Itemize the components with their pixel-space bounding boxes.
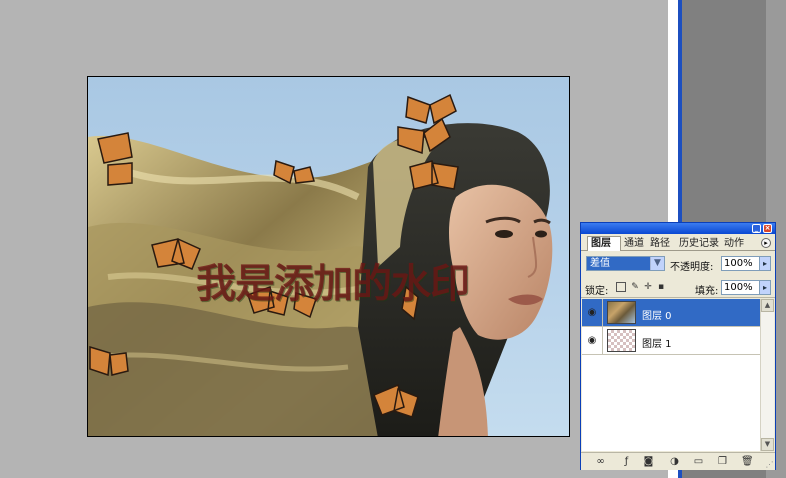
fx-style-icon[interactable]: ƒ (621, 456, 632, 467)
opacity-input[interactable]: 100% (721, 256, 761, 271)
eye-icon[interactable]: ◉ (585, 306, 599, 320)
watermark-text: 我是添加的水印 (196, 260, 470, 307)
minimize-icon[interactable]: _ (752, 224, 761, 233)
butterfly (409, 160, 459, 190)
mask-icon[interactable]: ◙ (643, 456, 654, 467)
tab-paths[interactable]: 路径 (647, 237, 675, 250)
tab-layers[interactable]: 图层 (587, 236, 621, 251)
lock-fill-row: 锁定: ✎ ✛ ▪ 填充: 100% ▸ (581, 277, 775, 298)
close-icon[interactable]: × (763, 224, 772, 233)
scroll-up-icon[interactable]: ▲ (761, 299, 774, 312)
layer-thumbnail (607, 301, 636, 324)
layers-palette: _ × 图层 通道 路径 历史记录 动作 ▸ 差值 ▼ 不透明度: 100% ▸… (580, 222, 776, 470)
layers-list: ◉ 图层 0 ◉ 图层 1 (582, 299, 760, 451)
resize-grip-icon[interactable]: ⋰ (765, 460, 774, 469)
palette-menu-icon[interactable]: ▸ (761, 238, 771, 248)
trash-icon[interactable]: 🗑 (741, 456, 754, 467)
lock-all-icon[interactable]: ▪ (656, 282, 666, 292)
fill-label: 填充: (695, 286, 719, 297)
palette-tabs: 图层 通道 路径 历史记录 动作 ▸ (581, 234, 775, 251)
opacity-arrow-icon[interactable]: ▸ (759, 256, 771, 271)
layer-row[interactable]: ◉ 图层 0 (582, 299, 760, 327)
layer-name: 图层 1 (642, 339, 672, 350)
scroll-down-icon[interactable]: ▼ (761, 438, 774, 451)
butterfly (405, 93, 457, 125)
lock-brush-icon[interactable]: ✎ (630, 282, 640, 292)
palette-titlebar[interactable]: _ × (581, 223, 775, 234)
layer-thumbnail (607, 329, 636, 352)
layer-row[interactable]: ◉ 图层 1 (582, 327, 760, 355)
eye (535, 230, 547, 238)
lock-label: 锁定: (585, 286, 609, 297)
document-canvas[interactable]: 我是添加的水印 (87, 76, 570, 437)
tab-actions[interactable]: 动作 (721, 237, 759, 250)
blend-opacity-row: 差值 ▼ 不透明度: 100% ▸ (581, 253, 775, 273)
layers-scrollbar[interactable]: ▲ ▼ (760, 299, 774, 451)
group-folder-icon[interactable]: ▭ (693, 456, 704, 467)
blend-mode-select[interactable]: 差值 ▼ (586, 256, 665, 271)
fill-input[interactable]: 100% (721, 280, 761, 295)
chevron-down-icon[interactable]: ▼ (650, 257, 664, 270)
adjustment-icon[interactable]: ◑ (669, 456, 680, 467)
eye-divider (602, 327, 603, 354)
tab-history[interactable]: 历史记录 (676, 237, 721, 250)
blend-mode-value: 差值 (587, 257, 651, 270)
lock-move-icon[interactable]: ✛ (643, 282, 653, 292)
layer-name: 图层 0 (642, 311, 672, 322)
palette-bottom-toolbar: ∞ ƒ ◙ ◑ ▭ ❐ 🗑 ⋰ (581, 452, 775, 470)
lock-transparency-icon[interactable] (616, 282, 626, 292)
new-layer-icon[interactable]: ❐ (717, 456, 728, 467)
eye (495, 230, 513, 238)
eye-icon[interactable]: ◉ (585, 334, 599, 348)
link-icon[interactable]: ∞ (595, 456, 606, 467)
fill-arrow-icon[interactable]: ▸ (759, 280, 771, 295)
opacity-label: 不透明度: (670, 262, 714, 273)
eye-divider (602, 299, 603, 326)
tab-channels[interactable]: 通道 (621, 237, 646, 250)
